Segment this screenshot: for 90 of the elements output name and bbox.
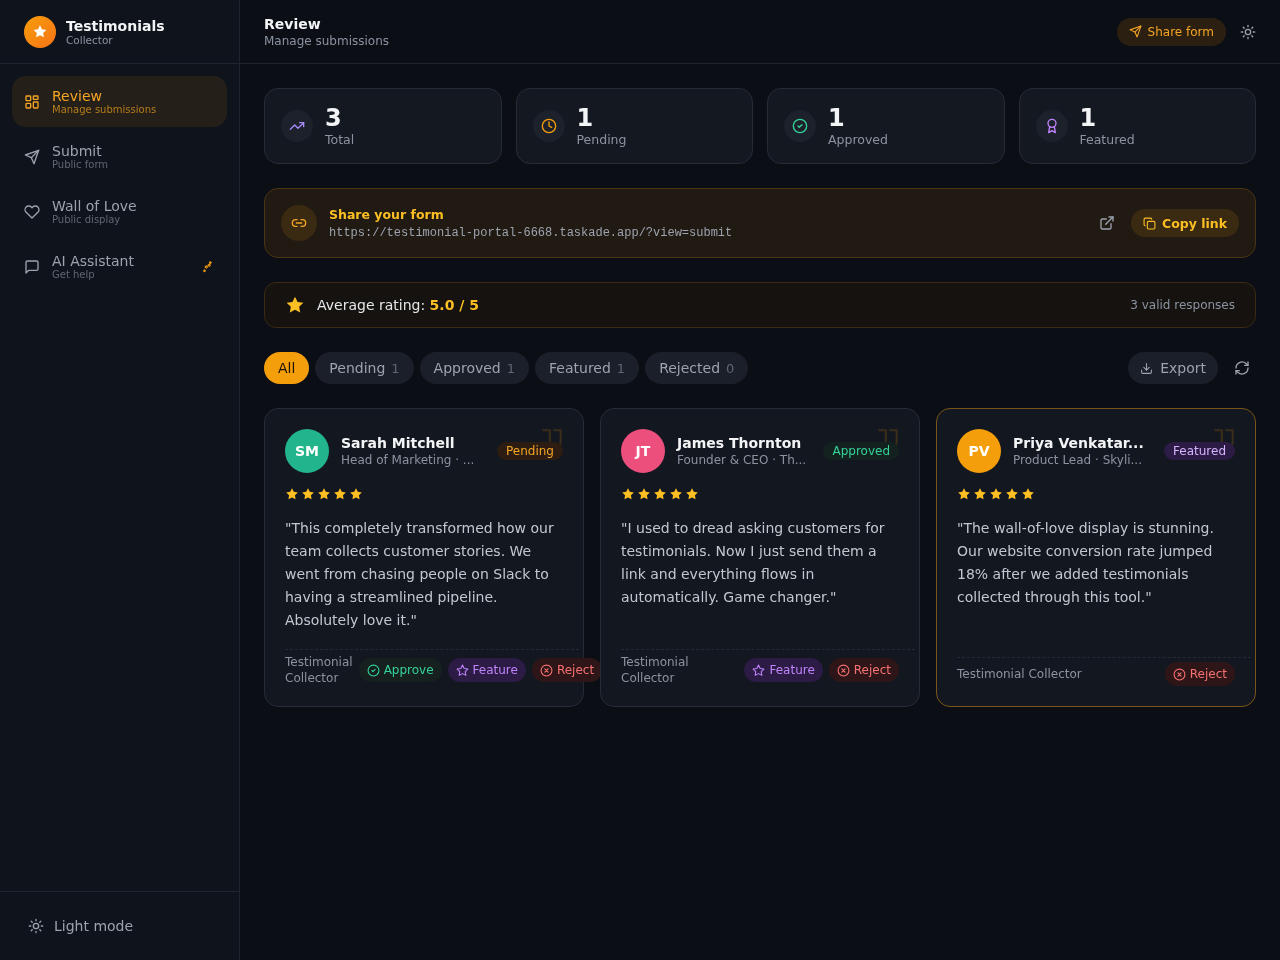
avatar: JT [621,429,665,473]
stat-label: Approved [828,131,888,147]
share-title: Share your form [329,206,445,222]
share-form-button[interactable]: Share form [1116,17,1226,46]
star-icon [301,487,315,501]
star-icon [621,487,635,501]
sidebar-item[interactable]: Submit Public form [12,131,227,182]
source-label: Testimonial Collector [957,666,1083,682]
x-circle-icon [1172,667,1186,681]
star-icon [752,663,766,677]
star-icon [285,487,299,501]
share-url: https://testimonial-portal-6668.taskade.app/?view=submit [329,225,734,240]
star-icon [957,487,971,501]
feature-button[interactable]: Feature [447,658,526,682]
page-title: Review [264,15,322,32]
testimonial-text: "I used to dread asking customers for testimonials. Now I just send them a link and everything flows in automatically. Game changer." [621,519,886,607]
stat-value: 1 [1079,105,1098,132]
avatar: SM [285,429,329,473]
export-button[interactable]: Export [1128,352,1218,384]
filter-tab[interactable]: Rejected 0 [645,352,749,384]
star-icon [973,487,987,501]
stat-value: 1 [828,105,846,132]
testimonial-text: "The wall-of-love display is stunning. Our website conversion rate jumped 18% after we added testimonials collected through this tool." [957,519,1215,607]
refresh-icon [1234,360,1250,376]
star-icon [317,487,331,501]
check-circle-icon [366,663,380,677]
stat-label: Total [325,131,355,147]
stat-label: Featured [1079,131,1135,147]
page-subtitle: Manage submissions [264,33,389,48]
status-badge: Pending [497,442,563,460]
approve-button[interactable]: Approve [358,658,442,682]
light-mode-button[interactable]: Light mode [16,910,146,942]
filter-tab[interactable]: Approved 1 [419,352,530,384]
star-icon [455,663,469,677]
filter-tab[interactable]: Featured 1 [535,352,640,384]
author-name: Priya Venkatar... [1013,435,1145,451]
sidebar-item[interactable]: Review Manage submissions [12,76,227,127]
testimonial-text: "This completely transformed how our team collects customer stories. We went from chasing people on Slack to having a streamlined pipeline. Absolutely love it." [285,519,555,630]
sidebar-item[interactable]: AI Assistant Get help [12,241,227,292]
stat-label: Pending [576,131,627,147]
stat-value: 1 [576,105,595,132]
logo-icon [24,15,56,48]
send-icon [1128,25,1142,38]
copy-icon [1143,216,1156,230]
status-badge: Approved [823,442,899,460]
external-link-icon [1099,215,1115,231]
grid-icon [24,93,40,110]
reject-button[interactable]: Reject [531,658,603,682]
star-icon [669,487,683,501]
source-label: Testimonial Collector [285,654,353,686]
author-name: James Thornton [677,435,803,451]
filter-tab[interactable]: All [264,352,310,384]
source-label: Testimonial Collector [621,654,690,686]
reject-button[interactable]: Reject [1164,662,1235,686]
avatar: PV [957,429,1001,473]
check-circle-icon [792,118,808,134]
app-title: Testimonials [66,17,165,34]
author-role: Head of Marketing · ... [341,453,476,467]
reject-button[interactable]: Reject [828,658,899,682]
sun-icon [28,918,44,934]
stat-value: 3 [325,105,343,132]
copy-link-button[interactable]: Copy link [1131,209,1239,237]
feature-button[interactable]: Feature [744,658,823,682]
star-icon [285,295,305,315]
filter-tab[interactable]: Pending 1 [315,352,414,384]
clock-icon [540,118,557,134]
status-badge: Featured [1164,442,1235,460]
star-icon [349,487,363,501]
app-subtitle: Collector [66,33,114,46]
star-icon [1005,487,1019,501]
average-rating: Average rating: 5.0 / 5 [317,297,480,313]
send-icon [24,148,40,165]
x-circle-icon [836,663,850,677]
star-icon [1021,487,1035,501]
sun-icon [1240,23,1256,40]
response-count: 3 valid responses [1130,298,1235,312]
theme-toggle-button[interactable] [1240,23,1256,40]
author-name: Sarah Mitchell [341,435,456,451]
heart-icon [24,203,40,220]
star-icon [989,487,1003,501]
sidebar-item[interactable]: Wall of Love Public display [12,186,227,237]
author-role: Product Lead · Skyli... [1013,453,1143,467]
star-icon [637,487,651,501]
star-icon [685,487,699,501]
chat-icon [24,258,40,275]
author-role: Founder & CEO · Th... [677,453,808,467]
x-circle-icon [539,663,553,677]
download-icon [1140,361,1154,375]
star-icon [653,487,667,501]
star-icon [333,487,347,501]
